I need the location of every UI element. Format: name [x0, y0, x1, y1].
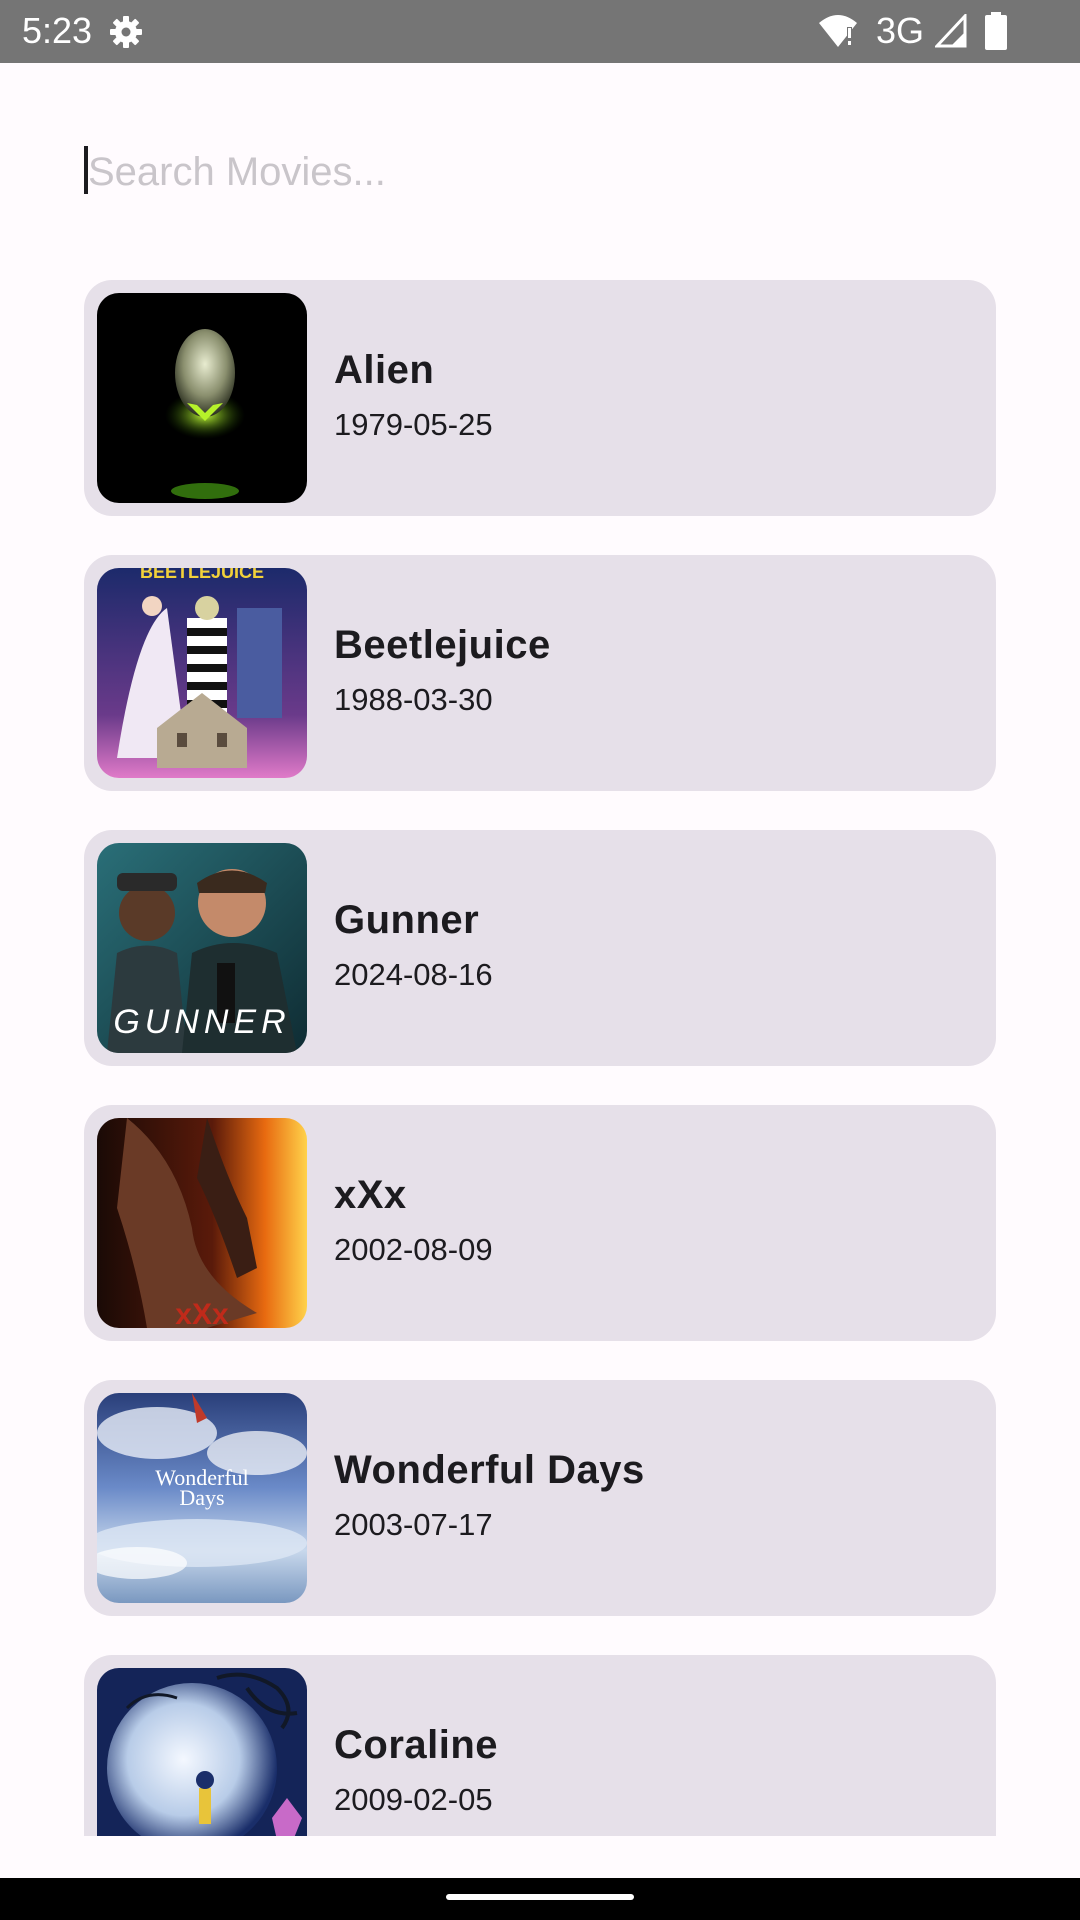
network-type-label: 3G — [876, 10, 925, 51]
movie-release-date: 2009-02-05 — [334, 1782, 493, 1817]
wifi-icon — [819, 15, 857, 47]
movie-release-date: 1979-05-25 — [334, 407, 493, 442]
search-input[interactable] — [88, 140, 988, 204]
beetlejuice-poster-art: BEETLEJUICE — [97, 568, 307, 778]
movie-list[interactable]: Alien 1979-05-25 BEETLEJUICE Beetlejuice… — [84, 280, 996, 1836]
movie-poster: BEETLEJUICE — [97, 568, 307, 778]
movie-title: Alien — [334, 348, 435, 392]
movie-card-alien[interactable]: Alien 1979-05-25 — [84, 280, 996, 516]
gear-icon — [110, 16, 142, 48]
movie-title: Wonderful Days — [334, 1448, 645, 1492]
movie-title: Gunner — [334, 898, 480, 942]
movie-release-date: 2002-08-09 — [334, 1232, 493, 1267]
poster-lettering: BEETLEJUICE — [140, 568, 264, 582]
gunner-poster-art: GUNNER — [97, 843, 307, 1053]
movie-poster: xXx — [97, 1118, 307, 1328]
movie-poster — [97, 293, 307, 503]
coraline-poster-art — [97, 1668, 307, 1836]
battery-icon — [985, 12, 1007, 50]
movie-poster: Wonderful Days — [97, 1393, 307, 1603]
poster-lettering: Days — [179, 1485, 224, 1510]
poster-lettering: GUNNER — [113, 1003, 290, 1041]
search-bar[interactable] — [84, 140, 996, 204]
movie-card-gunner[interactable]: GUNNER Gunner 2024-08-16 — [84, 830, 996, 1066]
movie-poster — [97, 1668, 307, 1836]
poster-lettering: xXx — [175, 1298, 229, 1328]
status-time: 5:23 — [22, 10, 93, 51]
signal-icon — [935, 14, 967, 48]
movie-poster: GUNNER — [97, 843, 307, 1053]
movie-title: Beetlejuice — [334, 623, 551, 667]
movie-release-date: 1988-03-30 — [334, 682, 493, 717]
xxx-poster-art: xXx — [97, 1118, 307, 1328]
home-gesture-handle[interactable] — [446, 1894, 634, 1900]
movie-card-coraline[interactable]: Coraline 2009-02-05 — [84, 1655, 996, 1836]
movie-card-wonderful-days[interactable]: Wonderful Days Wonderful Days 2003-07-17 — [84, 1380, 996, 1616]
movie-card-beetlejuice[interactable]: BEETLEJUICE Beetlejuice 1988-03-30 — [84, 555, 996, 791]
movie-card-xxx[interactable]: xXx xXx 2002-08-09 — [84, 1105, 996, 1341]
movie-release-date: 2003-07-17 — [334, 1507, 493, 1542]
movie-title: Coraline — [334, 1723, 499, 1767]
navigation-bar — [0, 1878, 1080, 1920]
wonderful-days-poster-art: Wonderful Days — [97, 1393, 307, 1603]
movie-release-date: 2024-08-16 — [334, 957, 493, 992]
movie-title: xXx — [334, 1173, 407, 1217]
alien-poster-art — [97, 293, 307, 503]
status-bar: 5:23 3G — [0, 0, 1080, 63]
